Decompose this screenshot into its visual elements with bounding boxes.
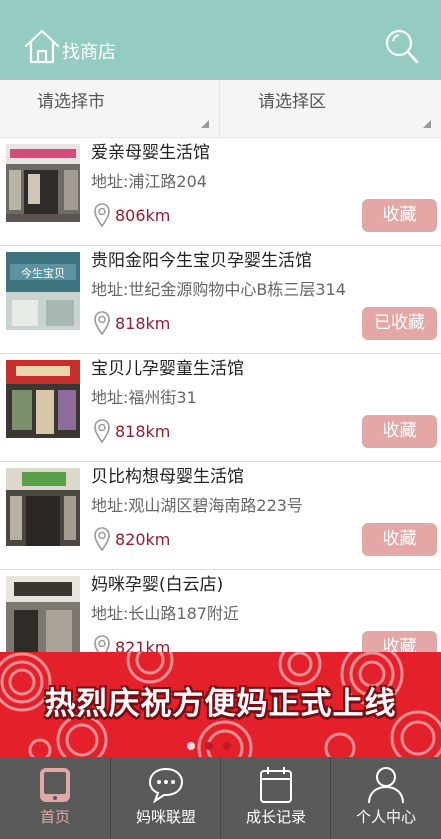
store-address: 地址:观山湖区碧海南路223号	[91, 496, 303, 515]
location-pin-icon	[94, 527, 110, 552]
promo-banner[interactable]: 热烈庆祝方便妈正式上线	[0, 652, 441, 757]
tab-home[interactable]: 首页	[0, 757, 110, 839]
store-address: 地址:长山路187附近	[91, 604, 239, 623]
pager-dot[interactable]	[223, 742, 231, 750]
search-icon[interactable]	[384, 28, 420, 66]
store-distance: 820km	[115, 530, 171, 549]
city-select-label: 请选择市	[37, 92, 105, 112]
store-name: 宝贝儿孕婴童生活馆	[91, 359, 244, 379]
store-distance: 818km	[115, 314, 171, 333]
calendar-icon	[260, 767, 292, 803]
store-list-item[interactable]: 妈咪孕婴(白云店) 地址:长山路187附近 821km 收藏	[0, 570, 441, 652]
store-name: 贝比构想母婴生活馆	[91, 467, 244, 487]
favorite-button[interactable]: 收藏	[362, 199, 437, 232]
store-photo	[6, 468, 80, 546]
tab-growth-record-label: 成长记录	[245, 808, 306, 826]
store-list-item[interactable]: 宝贝儿孕婴童生活馆 地址:福州街31 818km 收藏	[0, 354, 441, 462]
district-select-label: 请选择区	[258, 92, 326, 112]
person-icon	[368, 767, 404, 804]
store-name: 贵阳金阳今生宝贝孕婴生活馆	[91, 251, 312, 271]
store-list: 爱亲母婴生活馆 地址:浦江路204 806km 收藏 今生宝贝 贵阳金阳今生宝贝…	[0, 138, 441, 652]
store-distance: 818km	[115, 422, 171, 441]
banner-pager	[0, 742, 441, 752]
tab-profile[interactable]: 个人中心	[330, 757, 441, 839]
city-select[interactable]: 请选择市	[0, 80, 220, 138]
location-pin-icon	[94, 635, 110, 652]
chat-icon	[148, 767, 184, 804]
location-pin-icon	[94, 203, 110, 228]
store-list-item[interactable]: 贝比构想母婴生活馆 地址:观山湖区碧海南路223号 820km 收藏	[0, 462, 441, 570]
store-list-item[interactable]: 今生宝贝 贵阳金阳今生宝贝孕婴生活馆 地址:世纪金源购物中心B栋三层314 81…	[0, 246, 441, 354]
tab-growth-record[interactable]: 成长记录	[220, 757, 330, 839]
pager-dot[interactable]	[205, 742, 213, 750]
banner-headline: 热烈庆祝方便妈正式上线	[44, 686, 397, 722]
store-photo	[6, 576, 80, 652]
store-distance: 806km	[115, 206, 171, 225]
favorited-button[interactable]: 已收藏	[362, 307, 437, 340]
store-address: 地址:浦江路204	[91, 172, 207, 191]
pager-dot-active[interactable]	[187, 742, 195, 750]
tab-mom-alliance-label: 妈咪联盟	[135, 808, 196, 826]
store-list-item[interactable]: 爱亲母婴生活馆 地址:浦江路204 806km 收藏	[0, 138, 441, 246]
home-icon[interactable]	[22, 26, 62, 66]
store-photo	[6, 144, 80, 222]
location-pin-icon	[94, 419, 110, 444]
tab-profile-label: 个人中心	[355, 808, 416, 826]
store-photo: 今生宝贝	[6, 252, 80, 330]
phone-icon	[40, 768, 70, 802]
tab-home-label: 首页	[39, 808, 70, 826]
tab-mom-alliance[interactable]: 妈咪联盟	[110, 757, 220, 839]
favorite-button[interactable]: 收藏	[362, 631, 437, 652]
dropdown-corner-icon	[423, 120, 431, 128]
location-pin-icon	[94, 311, 110, 336]
favorite-button[interactable]: 收藏	[362, 523, 437, 556]
favorite-button[interactable]: 收藏	[362, 415, 437, 448]
dropdown-corner-icon	[201, 120, 209, 128]
store-name: 爱亲母婴生活馆	[91, 143, 210, 163]
app-header: 找商店	[0, 0, 441, 80]
store-distance: 821km	[115, 638, 171, 652]
filter-bar: 请选择市 请选择区	[0, 80, 441, 138]
store-address: 地址:世纪金源购物中心B栋三层314	[91, 280, 346, 299]
store-photo	[6, 360, 80, 438]
store-name: 妈咪孕婴(白云店)	[91, 575, 224, 595]
bottom-nav: 首页 妈咪联盟 成长记录 个人中心	[0, 757, 441, 839]
page-title: 找商店	[62, 42, 116, 63]
store-address: 地址:福州街31	[91, 388, 197, 407]
district-select[interactable]: 请选择区	[221, 80, 441, 138]
svg-text:今生宝贝: 今生宝贝	[21, 266, 65, 280]
